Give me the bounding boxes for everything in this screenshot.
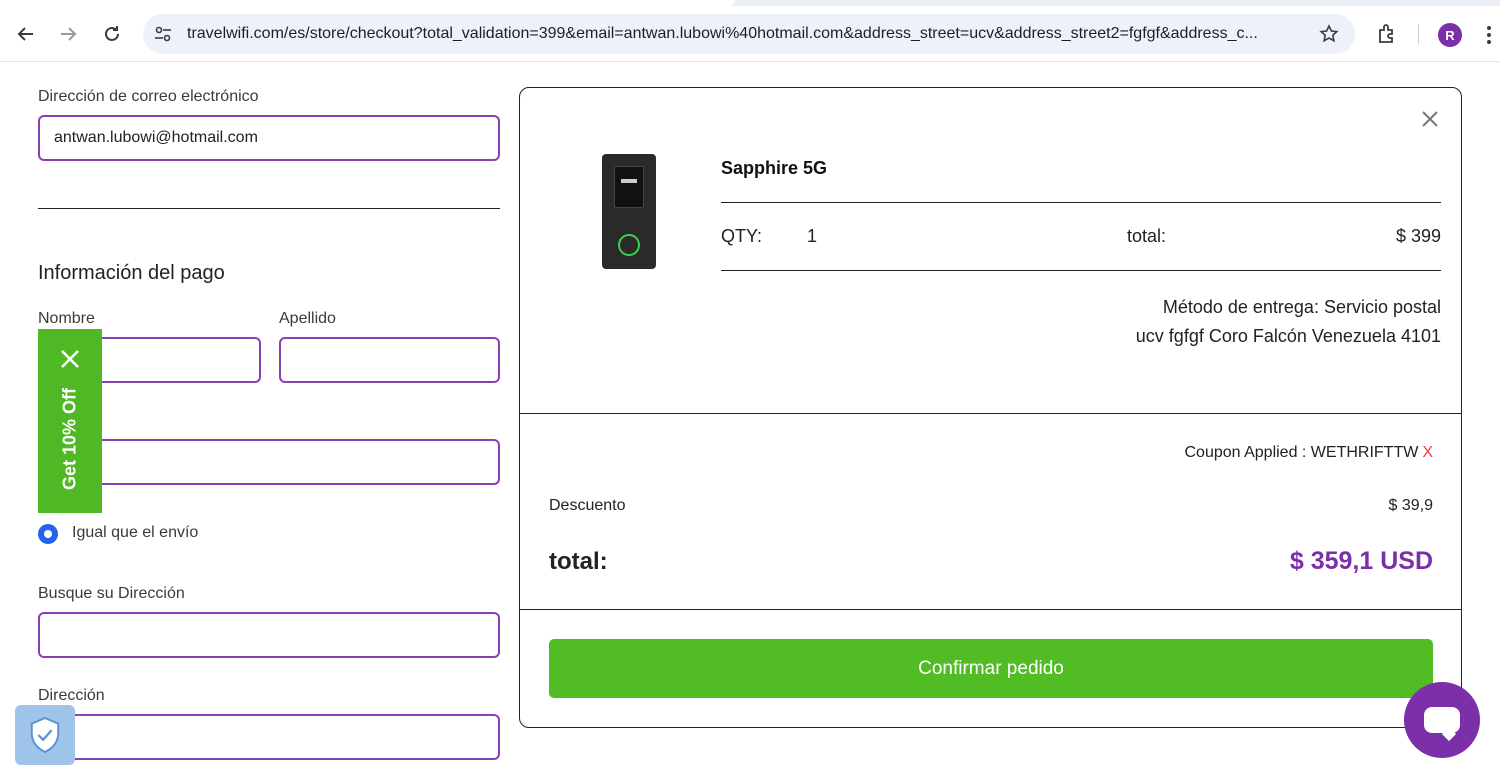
- chat-widget-button[interactable]: [1404, 682, 1480, 758]
- discount-value: $ 39,9: [1388, 497, 1433, 514]
- grand-total-label: total:: [549, 548, 608, 575]
- security-shield-badge[interactable]: [15, 705, 75, 765]
- delivery-info: Método de entrega: Servicio postal ucv f…: [1136, 293, 1441, 351]
- order-summary-panel: Sapphire 5G QTY: 1 total: $ 399 Método d…: [519, 87, 1462, 728]
- same-as-shipping-radio[interactable]: [38, 524, 58, 544]
- coupon-text: Coupon Applied : WETHRIFTTW: [1184, 444, 1419, 461]
- product-divider: [721, 270, 1441, 271]
- back-arrow-icon[interactable]: [12, 20, 40, 48]
- payment-field[interactable]: [38, 439, 500, 485]
- close-icon[interactable]: [1420, 109, 1440, 129]
- remove-coupon-button[interactable]: X: [1422, 444, 1433, 461]
- payment-info-title: Información del pago: [38, 262, 225, 284]
- first-name-label: Nombre: [38, 310, 95, 327]
- address-field[interactable]: v: [38, 714, 500, 760]
- tab-strip: [0, 0, 1500, 6]
- product-image: [602, 154, 656, 269]
- product-divider: [721, 202, 1441, 203]
- section-divider: [38, 208, 500, 209]
- section-divider: [520, 609, 1461, 610]
- profile-avatar[interactable]: R: [1438, 23, 1462, 47]
- line-total-label: total:: [1127, 226, 1167, 246]
- address-label: Dirección: [38, 687, 105, 704]
- qty-value: 1: [807, 226, 818, 246]
- discount-label: Descuento: [549, 497, 626, 514]
- search-address-label: Busque su Dirección: [38, 585, 185, 602]
- product-name: Sapphire 5G: [721, 158, 828, 178]
- shield-icon: [30, 716, 60, 754]
- delivery-method: Método de entrega: Servicio postal: [1162, 297, 1441, 317]
- email-label: Dirección de correo electrónico: [38, 88, 259, 105]
- same-as-shipping-label[interactable]: Igual que el envío: [72, 524, 198, 542]
- close-icon[interactable]: [58, 347, 82, 371]
- reload-icon[interactable]: [98, 20, 126, 48]
- line-total-value: $ 399: [1395, 226, 1441, 246]
- email-field[interactable]: antwan.lubowi@hotmail.com: [38, 115, 500, 161]
- grand-total-value: $ 359,1 USD: [1289, 547, 1433, 575]
- star-icon[interactable]: [1319, 24, 1339, 44]
- last-name-field[interactable]: [279, 337, 500, 383]
- confirm-order-button[interactable]: Confirmar pedido: [549, 639, 1433, 698]
- kebab-menu-icon[interactable]: [1482, 24, 1496, 46]
- coupon-applied: Coupon Applied : WETHRIFTTW X: [1184, 444, 1433, 462]
- toolbar-separator: [1418, 24, 1419, 44]
- last-name-label: Apellido: [279, 310, 336, 327]
- puzzle-icon[interactable]: [1375, 22, 1399, 46]
- delivery-address: ucv fgfgf Coro Falcón Venezuela 4101: [1135, 326, 1441, 346]
- section-divider: [520, 413, 1461, 414]
- address-bar[interactable]: travelwifi.com/es/store/checkout?total_v…: [143, 14, 1355, 54]
- tune-icon[interactable]: [153, 24, 173, 44]
- promo-text[interactable]: Get 10% Off: [60, 388, 81, 490]
- browser-toolbar: travelwifi.com/es/store/checkout?total_v…: [0, 0, 1500, 62]
- url-text[interactable]: travelwifi.com/es/store/checkout?total_v…: [187, 25, 1307, 43]
- search-address-field[interactable]: [38, 612, 500, 658]
- chat-icon: [1424, 707, 1460, 733]
- forward-arrow-icon[interactable]: [54, 20, 82, 48]
- qty-label: QTY:: [721, 226, 763, 246]
